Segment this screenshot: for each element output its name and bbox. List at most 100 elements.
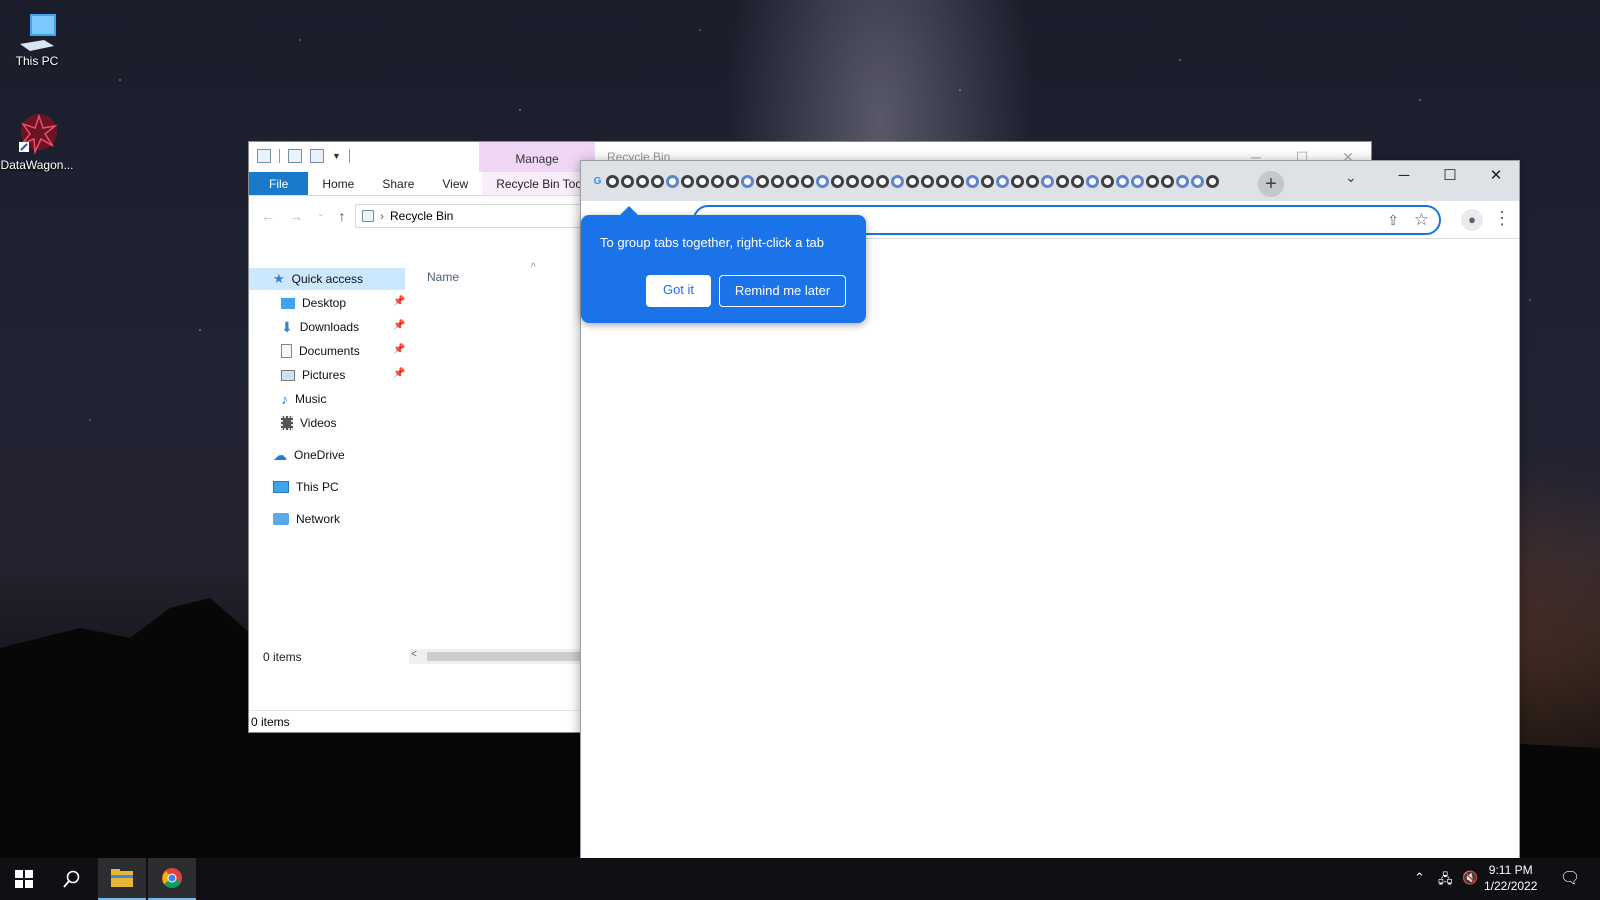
tab-favicon-icon[interactable] [666, 175, 679, 188]
tab-favicon-icon[interactable] [606, 175, 619, 188]
tab-share[interactable]: Share [368, 172, 428, 195]
share-icon[interactable]: ⇪ [1387, 212, 1399, 229]
tab-favicon-icon[interactable] [1191, 175, 1204, 188]
tab-favicon-icon[interactable] [1161, 175, 1174, 188]
clock-date: 1/22/2022 [1484, 879, 1538, 893]
tab-favicon-icon[interactable] [786, 175, 799, 188]
tab-home[interactable]: Home [308, 172, 368, 195]
minimize-button[interactable]: ─ [1381, 161, 1427, 193]
address-bar[interactable]: › Recycle Bin [355, 204, 595, 228]
tab-favicon-icon[interactable] [846, 175, 859, 188]
windows-logo-icon [15, 870, 33, 888]
nav-item-downloads[interactable]: ⬇ Downloads [281, 316, 359, 338]
tab-favicon-icon[interactable] [621, 175, 634, 188]
tab-favicon-icon[interactable] [711, 175, 724, 188]
tab-favicon-icon[interactable] [921, 175, 934, 188]
chevron-up-icon[interactable]: ⌃ [1414, 870, 1425, 886]
tab-favicon-icon[interactable] [936, 175, 949, 188]
tab-favicon-icon[interactable] [1206, 175, 1219, 188]
close-button[interactable]: ✕ [1473, 161, 1519, 193]
tab-favicon-icon[interactable] [996, 175, 1009, 188]
tab-favicon-icon[interactable] [696, 175, 709, 188]
nav-item-this-pc[interactable]: This PC [273, 476, 339, 498]
tab-favicon-icon[interactable] [981, 175, 994, 188]
tab-favicon-icon[interactable] [726, 175, 739, 188]
clock-time: 9:11 PM [1488, 863, 1533, 877]
column-header-name[interactable]: Name [427, 270, 459, 284]
tab-favicon-icon[interactable] [801, 175, 814, 188]
nav-item-music[interactable]: ♪ Music [281, 388, 326, 410]
tab-favicon-icon[interactable] [1101, 175, 1114, 188]
chrome-window: G + ⌄ ─ ☐ ✕ ⇪ ☆ ● ⋮ To group tabs togeth… [580, 160, 1520, 861]
tab-favicon-icon[interactable] [1176, 175, 1189, 188]
scroll-left-icon[interactable]: < [411, 649, 417, 660]
tab-file[interactable]: File [249, 172, 309, 195]
network-icon[interactable]: 🖧 [1438, 870, 1453, 892]
tab-favicon-icon[interactable] [1026, 175, 1039, 188]
computer-icon [20, 14, 56, 51]
tab-search-chevron-icon[interactable]: ⌄ [1345, 169, 1357, 186]
recycle-bin-icon[interactable] [257, 149, 271, 163]
nav-item-pictures[interactable]: Pictures [281, 364, 345, 386]
nav-item-desktop[interactable]: Desktop [281, 292, 346, 314]
properties-icon[interactable] [288, 149, 302, 163]
tab-favicon-icon[interactable] [1146, 175, 1159, 188]
manage-context-tab[interactable]: Manage [479, 142, 595, 172]
nav-item-network[interactable]: Network [273, 508, 340, 530]
tab-favicon-icon[interactable] [951, 175, 964, 188]
remind-me-later-button[interactable]: Remind me later [719, 275, 846, 307]
got-it-button[interactable]: Got it [646, 275, 711, 307]
tab-favicon-icon[interactable] [1131, 175, 1144, 188]
tab-favicon-icon[interactable] [906, 175, 919, 188]
nav-item-onedrive[interactable]: ☁ OneDrive [273, 444, 345, 466]
tab-favicon-icon[interactable] [966, 175, 979, 188]
tab-favicon-icon[interactable] [1116, 175, 1129, 188]
volume-muted-icon[interactable]: 🔇 [1462, 870, 1478, 886]
tab-favicon-icon[interactable] [681, 175, 694, 188]
taskbar-file-explorer[interactable] [98, 858, 146, 900]
tab-favicon-icon[interactable] [876, 175, 889, 188]
nav-item-quick-access[interactable]: ★ Quick access [249, 268, 405, 290]
tab-favicon-icon[interactable] [771, 175, 784, 188]
tab-view[interactable]: View [428, 172, 482, 195]
nav-item-videos[interactable]: Videos [281, 412, 336, 434]
nav-item-documents[interactable]: Documents [281, 340, 360, 362]
new-folder-icon[interactable] [310, 149, 324, 163]
tab-favicon-icon[interactable] [1041, 175, 1054, 188]
maximize-button[interactable]: ☐ [1427, 161, 1473, 193]
tab-favicon-icon[interactable] [651, 175, 664, 188]
tab-favicon-icon[interactable] [741, 175, 754, 188]
desktop-icon-this-pc[interactable]: This PC [0, 10, 77, 68]
scrollbar-thumb[interactable] [427, 652, 587, 661]
tab-favicon-icon[interactable] [891, 175, 904, 188]
notification-icon[interactable]: 🗨 [1560, 868, 1580, 888]
start-button[interactable] [0, 858, 48, 900]
desktop-icon-datawagon[interactable]: DataWagon... [0, 112, 77, 172]
tab-favicon-icon[interactable] [636, 175, 649, 188]
recent-chevron-icon[interactable]: ⌄ [317, 208, 325, 224]
tab-favicon-icon[interactable] [831, 175, 844, 188]
forward-arrow-icon[interactable]: → [289, 208, 303, 224]
new-tab-button[interactable]: + [1258, 171, 1284, 197]
menu-kebab-icon[interactable]: ⋮ [1493, 209, 1511, 227]
chevron-down-icon[interactable]: ▼ [332, 151, 341, 161]
tab-favicons: G [591, 175, 1219, 188]
tab-strip: G + ⌄ ─ ☐ ✕ [581, 161, 1519, 201]
tab-favicon-icon[interactable] [1086, 175, 1099, 188]
taskbar: ⌃ 🖧 🔇 9:11 PM 1/22/2022 🗨 [0, 858, 1600, 900]
google-favicon-icon[interactable]: G [591, 175, 604, 188]
system-clock[interactable]: 9:11 PM 1/22/2022 [1484, 862, 1537, 894]
bookmark-star-icon[interactable]: ☆ [1414, 210, 1429, 230]
back-arrow-icon[interactable]: ← [261, 208, 275, 224]
tab-favicon-icon[interactable] [1071, 175, 1084, 188]
nav-item-label: Pictures [302, 368, 346, 382]
tab-favicon-icon[interactable] [861, 175, 874, 188]
up-arrow-icon[interactable]: ↑ [339, 208, 346, 224]
tab-favicon-icon[interactable] [1056, 175, 1069, 188]
tab-favicon-icon[interactable] [816, 175, 829, 188]
tab-favicon-icon[interactable] [1011, 175, 1024, 188]
profile-avatar-icon[interactable]: ● [1461, 209, 1483, 231]
taskbar-chrome[interactable] [148, 858, 196, 900]
taskbar-search-button[interactable] [48, 858, 96, 900]
tab-favicon-icon[interactable] [756, 175, 769, 188]
